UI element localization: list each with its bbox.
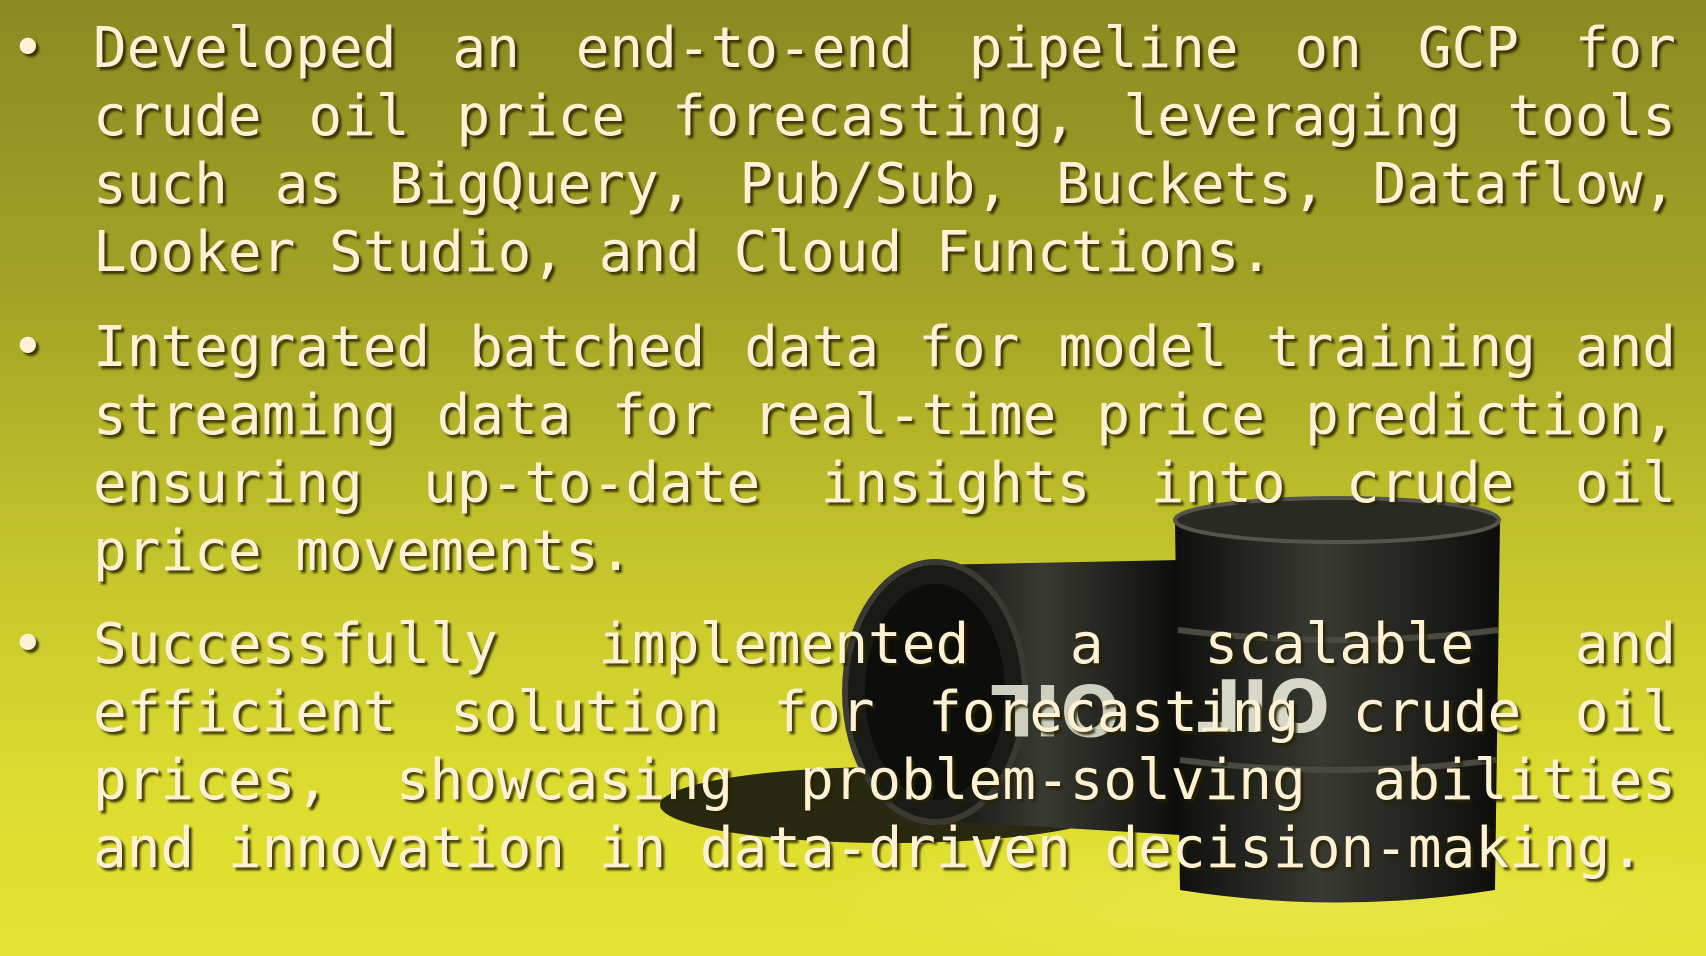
bullet-item: • Developed an end-to-end pipeline on GC… bbox=[11, 15, 1676, 287]
bullet-text-line: Looker Studio, and Cloud Functions. bbox=[93, 220, 1274, 285]
bullet-text-line: Integrated batched data for model traini… bbox=[93, 315, 1676, 380]
bullet-text-line: such as BigQuery, Pub/Sub, Buckets, Data… bbox=[93, 152, 1676, 217]
bullet-text-line: ensuring up-to-date insights into crude … bbox=[93, 451, 1676, 516]
bullet-item: • Integrated batched data for model trai… bbox=[11, 314, 1676, 586]
bullet-text-line: prices, showcasing problem-solving abili… bbox=[93, 748, 1676, 813]
bullet-text-line: crude oil price forecasting, leveraging … bbox=[93, 84, 1676, 149]
bullet-text-line: efficient solution for forecasting crude… bbox=[93, 680, 1676, 745]
bullet-item: • Successfully implemented a scalable an… bbox=[11, 611, 1676, 883]
bullet-icon: • bbox=[11, 612, 45, 677]
bullet-icon: • bbox=[11, 315, 45, 380]
bullet-text-line: price movements. bbox=[93, 519, 633, 584]
bullet-text-line: streaming data for real-time price predi… bbox=[93, 383, 1676, 448]
bullet-text-line: and innovation in data-driven decision-m… bbox=[93, 816, 1644, 881]
bullet-text-line: Successfully implemented a scalable and bbox=[93, 612, 1676, 677]
bullet-icon: • bbox=[11, 16, 45, 81]
bullet-text-line: Developed an end-to-end pipeline on GCP … bbox=[93, 16, 1676, 81]
